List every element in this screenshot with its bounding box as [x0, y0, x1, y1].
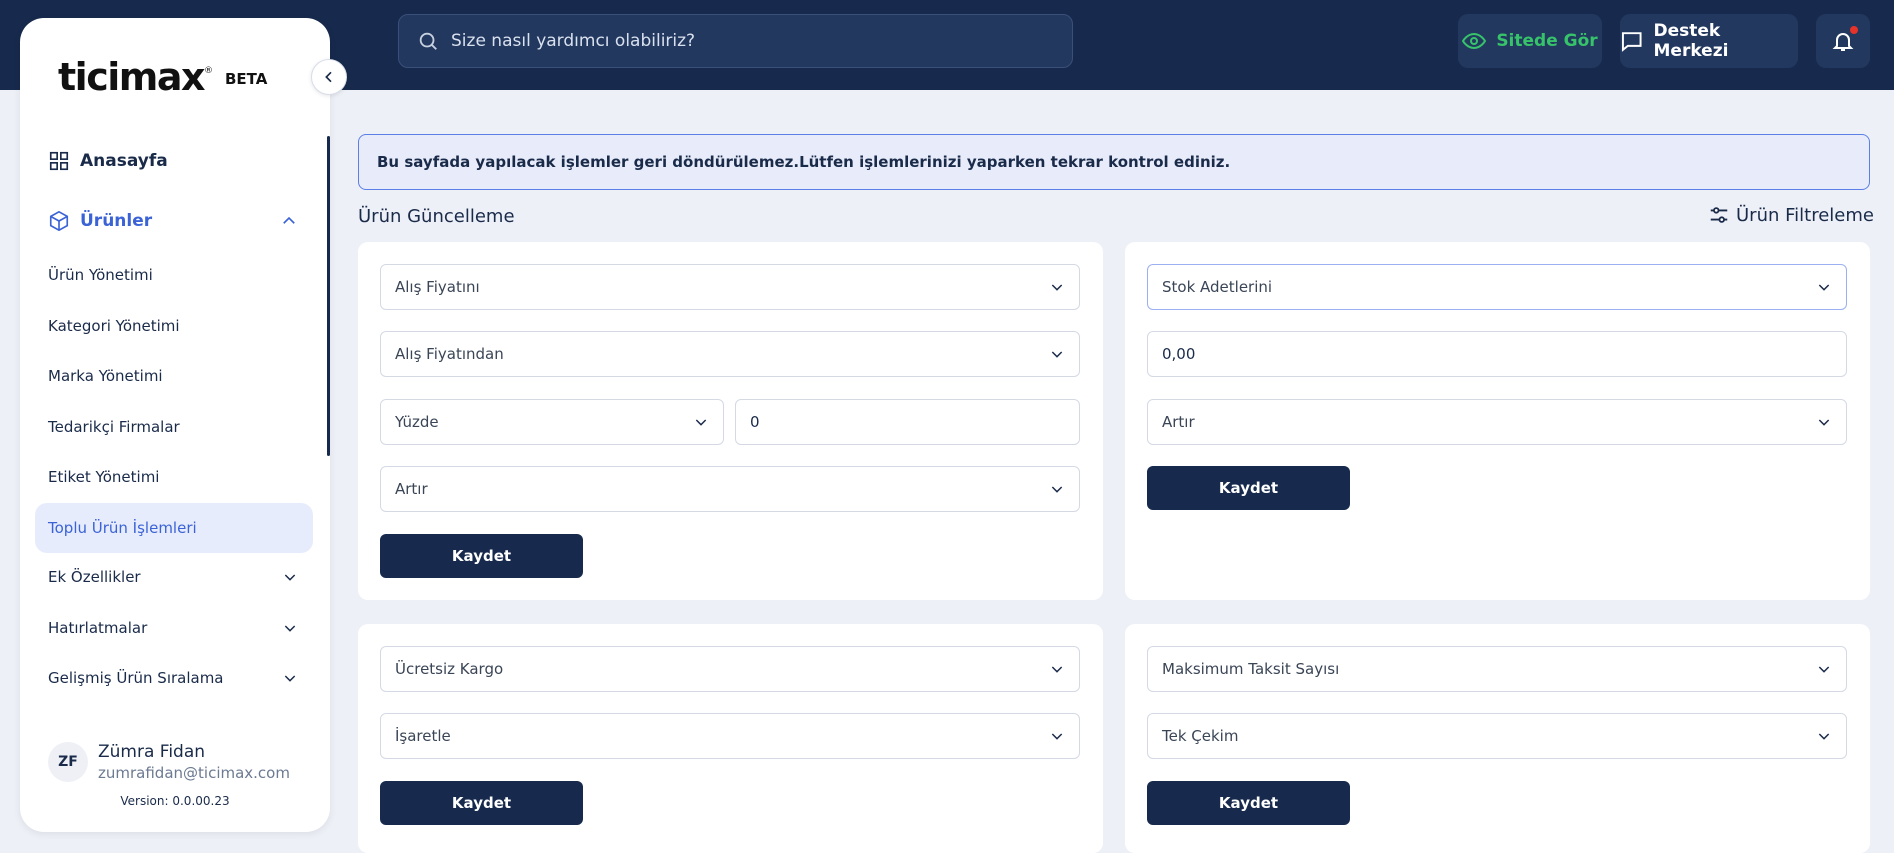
sidebar-item-bulk-product-operations[interactable]: Toplu Ürün İşlemleri	[35, 503, 313, 553]
sidebar-item-products-label: Ürünler	[80, 211, 153, 231]
chevron-down-icon	[1051, 666, 1063, 673]
user-name: Zümra Fidan	[98, 742, 206, 762]
chevron-down-icon	[1051, 351, 1063, 358]
chevron-down-icon	[1051, 284, 1063, 291]
chevron-down-icon	[284, 574, 296, 581]
search-input[interactable]: Size nasıl yardımcı olabiliriz?	[398, 14, 1073, 68]
price-source-value: Alış Fiyatından	[395, 345, 504, 363]
support-center-button[interactable]: Destek Merkezi	[1620, 14, 1798, 68]
shipping-action-value: İşaretle	[395, 727, 451, 745]
change-mode-value: Yüzde	[395, 413, 439, 431]
sidebar-item-advanced-sorting-label: Gelişmiş Ürün Sıralama	[48, 669, 224, 687]
sidebar-item-extra-features-label: Ek Özellikler	[48, 568, 141, 586]
notification-dot	[1850, 26, 1858, 34]
box-icon	[49, 210, 69, 232]
sidebar-item-reminders[interactable]: Hatırlatmalar	[48, 619, 298, 637]
sidebar-item-brand-management[interactable]: Marka Yönetimi	[48, 367, 163, 385]
chevron-left-icon	[325, 71, 332, 83]
installment-card: Maksimum Taksit Sayısı Tek Çekim Kaydet	[1125, 624, 1870, 853]
price-field-value: Alış Fiyatını	[395, 278, 480, 296]
chat-icon	[1621, 32, 1642, 52]
stock-field-select[interactable]: Stok Adetlerini	[1147, 264, 1847, 310]
collapse-sidebar-button[interactable]	[311, 59, 347, 95]
sidebar-item-tag-management[interactable]: Etiket Yönetimi	[48, 468, 159, 486]
stock-update-card: Stok Adetlerini 0,00 Artır Kaydet	[1125, 242, 1870, 600]
stock-amount-input[interactable]: 0,00	[1147, 331, 1847, 377]
product-filter-button[interactable]: Ürün Filtreleme	[1708, 204, 1874, 226]
version-label: Version: 0.0.00.23	[120, 794, 230, 808]
chevron-down-icon	[695, 419, 707, 426]
save-button[interactable]: Kaydet	[1147, 781, 1350, 825]
page-title: Ürün Güncelleme	[358, 206, 515, 227]
grid-icon	[49, 151, 69, 171]
sidebar-item-category-management[interactable]: Kategori Yönetimi	[48, 317, 180, 335]
notifications-button[interactable]	[1816, 14, 1870, 68]
action-select[interactable]: Artır	[380, 466, 1080, 512]
installment-field-select[interactable]: Maksimum Taksit Sayısı	[1147, 646, 1847, 692]
sidebar-item-home-label: Anasayfa	[80, 151, 168, 171]
view-on-site-label: Sitede Gör	[1496, 31, 1598, 51]
chevron-down-icon	[1051, 733, 1063, 740]
stock-field-value: Stok Adetlerini	[1162, 278, 1273, 296]
sidebar-item-suppliers[interactable]: Tedarikçi Firmalar	[48, 418, 180, 436]
user-email: zumrafidan@ticimax.com	[98, 764, 290, 782]
chevron-up-icon	[283, 216, 295, 224]
search-icon	[419, 32, 437, 50]
sidebar: ticimax ® BETA Anasayfa Ürünler Ürün Yön…	[20, 18, 347, 832]
chevron-down-icon	[284, 675, 296, 682]
shipping-field-select[interactable]: Ücretsiz Kargo	[380, 646, 1080, 692]
product-filter-label: Ürün Filtreleme	[1736, 204, 1874, 226]
save-button[interactable]: Kaydet	[380, 534, 583, 578]
warning-alert: Bu sayfada yapılacak işlemler geri döndü…	[358, 134, 1870, 190]
stock-action-value: Artır	[1162, 413, 1195, 431]
registered-mark: ®	[204, 66, 213, 76]
price-field-select[interactable]: Alış Fiyatını	[380, 264, 1080, 310]
eye-icon	[1462, 32, 1487, 50]
installment-value: Tek Çekim	[1162, 727, 1239, 745]
sidebar-item-product-management[interactable]: Ürün Yönetimi	[48, 266, 153, 284]
sidebar-item-extra-features[interactable]: Ek Özellikler	[48, 568, 298, 586]
price-update-card: Alış Fiyatını Alış Fiyatından Yüzde 0 Ar…	[358, 242, 1103, 600]
free-shipping-card: Ücretsiz Kargo İşaretle Kaydet	[358, 624, 1103, 853]
sidebar-item-home[interactable]: Anasayfa	[48, 150, 168, 172]
chevron-down-icon	[1051, 486, 1063, 493]
logo[interactable]: ticimax ® BETA	[58, 58, 267, 96]
save-button[interactable]: Kaydet	[1147, 466, 1350, 510]
price-source-select[interactable]: Alış Fiyatından	[380, 331, 1080, 377]
user-profile[interactable]: ZF Zümra Fidan zumrafidan@ticimax.com	[48, 742, 290, 782]
chevron-down-icon	[1818, 419, 1830, 426]
installment-value-select[interactable]: Tek Çekim	[1147, 713, 1847, 759]
sliders-icon	[1710, 207, 1728, 223]
shipping-action-select[interactable]: İşaretle	[380, 713, 1080, 759]
sidebar-item-reminders-label: Hatırlatmalar	[48, 619, 148, 637]
sidebar-item-products[interactable]: Ürünler	[48, 210, 298, 232]
avatar: ZF	[48, 742, 88, 782]
logo-wordmark: ticimax	[58, 55, 206, 99]
view-on-site-button[interactable]: Sitede Gör	[1458, 14, 1602, 68]
sidebar-scrollbar[interactable]	[327, 136, 330, 456]
amount-input[interactable]: 0	[735, 399, 1080, 445]
installment-field-value: Maksimum Taksit Sayısı	[1162, 660, 1340, 678]
shipping-field-value: Ücretsiz Kargo	[395, 660, 504, 678]
sidebar-item-advanced-sorting[interactable]: Gelişmiş Ürün Sıralama	[48, 669, 298, 687]
action-value: Artır	[395, 480, 428, 498]
chevron-down-icon	[284, 625, 296, 632]
support-center-label: Destek Merkezi	[1653, 21, 1729, 61]
stock-action-select[interactable]: Artır	[1147, 399, 1847, 445]
change-mode-select[interactable]: Yüzde	[380, 399, 724, 445]
chevron-down-icon	[1818, 666, 1830, 673]
beta-badge: BETA	[225, 70, 268, 88]
chevron-down-icon	[1818, 284, 1830, 291]
chevron-down-icon	[1818, 733, 1830, 740]
search-placeholder: Size nasıl yardımcı olabiliriz?	[451, 31, 696, 51]
save-button[interactable]: Kaydet	[380, 781, 583, 825]
